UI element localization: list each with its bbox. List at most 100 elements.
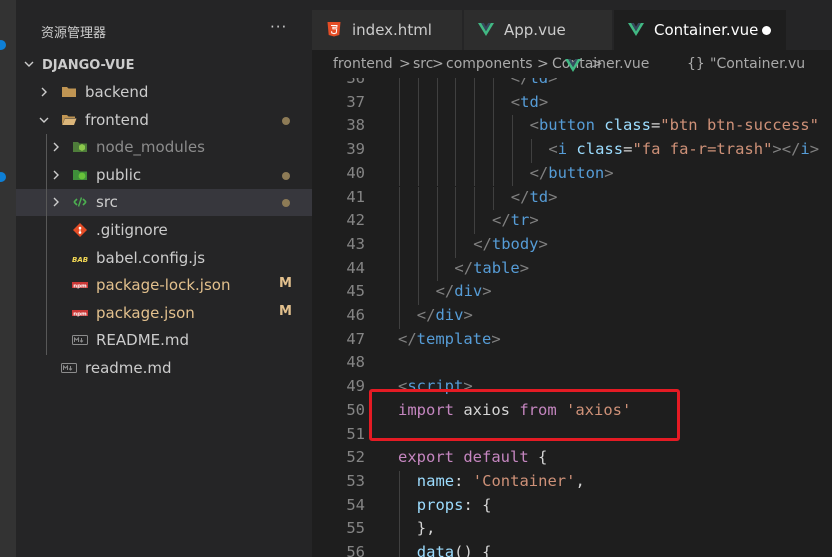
code-text: </td> [511,188,558,206]
code-token: i [557,140,568,159]
code-token: > [529,211,539,230]
vue-icon [565,59,581,72]
tree-item-src[interactable]: src [16,189,312,217]
indent-guide [417,91,419,116]
breadcrumb-separator: > [537,56,549,72]
indent-guide [417,186,419,211]
breadcrumb-item[interactable]: frontend [333,56,393,72]
unsaved-dot-icon[interactable] [762,26,771,35]
code-token: class [576,140,624,159]
code-line[interactable]: 43 </tbody> [312,234,832,258]
indent-guide [399,305,400,329]
line-number: 38 [346,116,365,135]
indent-guide [493,78,494,92]
tree-item-gitignore[interactable]: .gitignore [16,217,312,244]
code-line[interactable]: 52 export default { [312,447,832,471]
code-line[interactable]: 36 </td> [312,78,832,92]
tree-item-readme-md[interactable]: README.md [16,327,312,354]
code-line[interactable]: 55}, [312,518,832,542]
activity-badge-icon[interactable] [0,172,6,182]
breadcrumb-item[interactable]: {} [687,56,705,72]
annotation-highlight-box [369,389,680,441]
breadcrumb-item[interactable]: "Container.vu [710,56,805,72]
tree-item-public[interactable]: public [16,162,312,189]
code-token: : { [463,495,492,514]
tree-item-label: babel.config.js [96,248,206,267]
code-editor[interactable]: 36 </td> 37 <td> 38 <button class="btn btn-su… [312,78,832,557]
tab-app-vue[interactable]: App.vue [464,10,612,50]
indent-guide [455,78,457,92]
line-number: 55 [346,519,365,538]
tree-item-frontend[interactable]: frontend [16,107,312,134]
tree-item-label: public [96,165,142,184]
code-token: props [416,495,464,514]
code-line[interactable]: 37 <td> [312,92,832,116]
line-number: 36 [346,78,365,87]
indent-guide [399,518,400,542]
indent-guide [399,186,400,211]
project-section-header[interactable]: DJANGO-VUE [16,55,312,77]
code-line[interactable]: 56 data() { [312,542,832,557]
activity-badge-icon[interactable] [0,40,6,50]
vue-icon [628,23,644,36]
code-line[interactable]: 48 [312,352,832,376]
indent-guide [417,115,419,140]
code-text: </tbody> [473,235,548,253]
code-line[interactable]: 47 </template> [312,329,832,353]
tab-index-html[interactable]: index.html [312,10,462,50]
code-token: div [454,282,483,301]
svg-text:BABEL: BABEL [72,256,88,264]
tree-item-readme-md[interactable]: readme.md [16,355,312,382]
indent-guide [399,281,400,305]
code-line[interactable]: 44 </table> [312,258,832,282]
indent-guide [474,78,476,92]
code-token: default [463,448,529,467]
indent-guide [399,139,400,163]
code-line[interactable]: 38 <button class="btn btn-success" [312,115,832,139]
code-line[interactable]: 42 </tr> [312,210,832,234]
indent-guide [493,139,494,163]
breadcrumb-item[interactable]: components [446,56,533,72]
code-token: 'Container' [472,471,576,490]
activity-bar [0,0,16,557]
indent-guide [455,233,457,258]
tree-item-babel-config-js[interactable]: BABEL babel.config.js [16,245,312,272]
indent-guide [493,186,494,211]
breadcrumb-item[interactable]: src [413,56,433,72]
indent-guide [436,162,438,187]
code-token: template [416,329,492,348]
code-token: </ [398,329,417,348]
code-line[interactable]: 46 </div> [312,305,832,329]
git-changes-dot [282,116,290,125]
code-token: i [800,140,810,159]
tree-item-node-modules[interactable]: node_modules [16,134,312,161]
indent-guide [417,210,419,234]
indent-guide [455,210,457,234]
line-number: 42 [346,211,365,230]
tab-container-vue[interactable]: Container.vue [614,10,786,50]
code-token: name [416,471,455,490]
code-line[interactable]: 45 </div> [312,281,832,305]
code-line[interactable]: 41 </td> [312,187,832,211]
code-line[interactable]: 40 </button> [312,163,832,187]
tree-item-package-lock-json[interactable]: npm package-lock.json M [16,272,312,299]
code-line[interactable]: 53 name: 'Container', [312,471,832,495]
indent-guide [511,162,513,187]
code-token: </ [529,163,549,182]
code-token: </ [510,78,530,87]
tree-item-package-json[interactable]: npm package.json M [16,300,312,327]
folder-icon [62,87,76,97]
code-text: }, [417,519,436,537]
code-line[interactable]: 54 props: { [312,495,832,519]
more-actions-icon[interactable]: ··· [270,18,287,36]
code-text: </tr> [492,211,539,229]
nodejs-folder-icon [73,142,87,153]
tree-item-backend[interactable]: backend [16,79,312,106]
line-number: 43 [346,234,365,253]
indent-guide [455,91,457,116]
code-line[interactable]: 39 <i class="fa fa-r=trash"></i> [312,139,832,163]
code-token: </ [492,211,511,230]
breadcrumb-separator: > [591,56,603,72]
chevron-down-icon [39,117,49,123]
